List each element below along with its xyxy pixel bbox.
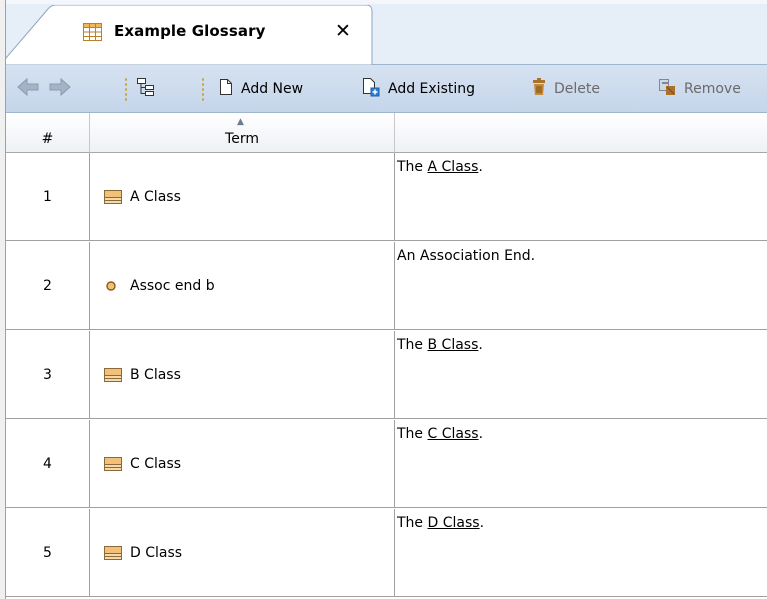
cell-term[interactable]: D Class <box>90 509 395 597</box>
term-link[interactable]: C Class <box>428 426 479 442</box>
column-header-description[interactable] <box>395 113 767 153</box>
tab-strip: Example Glossary ✕ <box>0 0 767 65</box>
term-link[interactable]: D Class <box>428 515 480 531</box>
class-icon <box>104 546 122 560</box>
description-text: The <box>397 426 428 442</box>
cell-term[interactable]: A Class <box>90 153 395 241</box>
add-existing-button[interactable]: Add Existing <box>362 65 475 113</box>
class-icon <box>104 368 122 382</box>
term-label: Assoc end b <box>130 278 215 294</box>
table-row[interactable]: 5D Class The D Class. <box>6 509 767 597</box>
tab-title: Example Glossary <box>114 22 266 40</box>
delete-button[interactable]: Delete <box>532 65 600 113</box>
toolbar: Add New Add Existing Delete Remove <box>0 65 767 113</box>
description: An Association End. <box>397 248 535 264</box>
description-text: . <box>479 515 485 531</box>
remove-button[interactable]: Remove <box>658 65 741 113</box>
hierarchy-button[interactable] <box>136 65 156 113</box>
table-row[interactable]: 4C Class The C Class. <box>6 420 767 508</box>
term: B Class <box>104 367 181 383</box>
description-text: The <box>397 515 428 531</box>
description-text: . <box>478 426 484 442</box>
term-label: A Class <box>130 189 181 205</box>
forward-arrow-icon <box>48 77 72 101</box>
term: D Class <box>104 545 182 561</box>
term-link[interactable]: A Class <box>428 159 479 175</box>
remove-label: Remove <box>684 81 741 97</box>
delete-label: Delete <box>554 81 600 97</box>
cell-term[interactable]: Assoc end b <box>90 242 395 330</box>
cell-number[interactable]: 4 <box>6 420 90 508</box>
table-row[interactable]: 2 Assoc end b An Association End. <box>6 242 767 330</box>
sort-ascending-icon: ▲ <box>237 117 244 127</box>
cell-description[interactable]: An Association End. <box>395 242 767 330</box>
table-icon <box>83 23 102 41</box>
description: The C Class. <box>397 426 483 442</box>
glossary-table: # ▲ Term 1A Class The A Class. 2 Assoc end … <box>6 113 767 599</box>
column-header-term[interactable]: ▲ Term <box>90 113 395 153</box>
cell-description[interactable]: The D Class. <box>395 509 767 597</box>
close-icon[interactable]: ✕ <box>335 20 351 42</box>
add-new-label: Add New <box>241 81 304 97</box>
trash-icon <box>532 78 546 100</box>
association-end-icon <box>104 279 122 293</box>
term-label: C Class <box>130 456 182 472</box>
remove-icon <box>658 78 676 100</box>
term: A Class <box>104 189 181 205</box>
column-header-label: # <box>41 131 54 147</box>
back-arrow-icon <box>16 77 40 101</box>
add-existing-icon <box>362 77 380 101</box>
class-icon <box>104 457 122 471</box>
class-icon <box>104 190 122 204</box>
term-label: B Class <box>130 367 181 383</box>
forward-button[interactable] <box>48 65 72 113</box>
hierarchy-icon <box>136 77 156 101</box>
row-number: 2 <box>43 278 52 294</box>
cell-term[interactable]: B Class <box>90 331 395 419</box>
description: The B Class. <box>397 337 483 353</box>
description-text: . <box>478 337 483 353</box>
toolbar-separator <box>202 77 204 101</box>
description: The D Class. <box>397 515 484 531</box>
row-number: 1 <box>43 189 52 205</box>
add-new-button[interactable]: Add New <box>219 65 303 113</box>
cell-description[interactable]: The A Class. <box>395 153 767 241</box>
cell-number[interactable]: 5 <box>6 509 90 597</box>
column-header-label: Term <box>225 131 259 147</box>
term: Assoc end b <box>104 278 215 294</box>
toolbar-separator <box>125 77 127 101</box>
table-row[interactable]: 1A Class The A Class. <box>6 153 767 241</box>
cell-term[interactable]: C Class <box>90 420 395 508</box>
description-text: . <box>478 159 483 175</box>
new-document-icon <box>219 78 233 100</box>
back-button[interactable] <box>16 65 40 113</box>
add-existing-label: Add Existing <box>388 81 476 97</box>
cell-number[interactable]: 2 <box>6 242 90 330</box>
term-link[interactable]: B Class <box>428 337 479 353</box>
term-label: D Class <box>130 545 183 561</box>
tab-example-glossary[interactable]: Example Glossary ✕ <box>0 5 380 65</box>
description-text: The <box>397 159 428 175</box>
description: The A Class. <box>397 159 483 175</box>
term: C Class <box>104 456 181 472</box>
cell-description[interactable]: The B Class. <box>395 331 767 419</box>
description-text: The <box>397 337 428 353</box>
row-number: 3 <box>43 367 52 383</box>
cell-number[interactable]: 3 <box>6 331 90 419</box>
row-number: 4 <box>43 456 52 472</box>
cell-description[interactable]: The C Class. <box>395 420 767 508</box>
description-text: An Association End. <box>397 248 536 264</box>
row-number: 5 <box>43 545 52 561</box>
table-row[interactable]: 3B Class The B Class. <box>6 331 767 419</box>
cell-number[interactable]: 1 <box>6 153 90 241</box>
column-header-number[interactable]: # <box>6 113 90 153</box>
